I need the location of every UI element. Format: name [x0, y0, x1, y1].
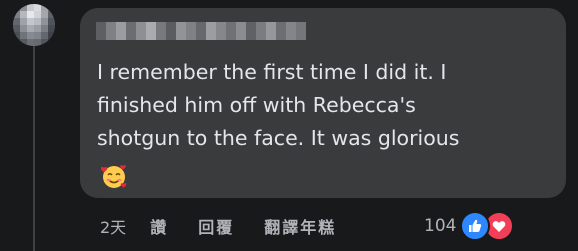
- name-mosaic-tile: [216, 22, 226, 40]
- avatar-mosaic-tile: [48, 18, 55, 25]
- name-mosaic-tile: [196, 22, 206, 40]
- avatar-mosaic-tile: [34, 32, 41, 39]
- reactions-summary[interactable]: 104: [424, 208, 515, 244]
- avatar-mosaic-tile: [34, 4, 41, 11]
- avatar-mosaic-tile: [13, 4, 20, 11]
- name-mosaic-tile: [146, 22, 156, 40]
- avatar-mosaic-tile: [27, 11, 34, 18]
- like-reaction-icon: [460, 211, 491, 241]
- name-mosaic-tile: [166, 22, 176, 40]
- avatar-mosaic-tile: [13, 18, 20, 25]
- avatar-mosaic-tile: [20, 25, 27, 32]
- name-mosaic-tile: [226, 22, 236, 40]
- avatar-mosaic-tile: [20, 18, 27, 25]
- avatar-mosaic-tile: [34, 18, 41, 25]
- avatar-mosaic-tile: [27, 32, 34, 39]
- name-mosaic-tile: [236, 22, 246, 40]
- comment-line: shotgun to the face. It was glorious: [97, 126, 460, 150]
- thread-line: [33, 46, 35, 251]
- avatar-mosaic-tile: [27, 18, 34, 25]
- reaction-count: 104: [424, 216, 457, 236]
- timestamp[interactable]: 2天: [100, 214, 126, 238]
- name-mosaic-tile: [286, 22, 296, 40]
- avatar-mosaic-tile: [41, 25, 48, 32]
- comment-actions: 2天 讚 回覆 翻譯年糕: [100, 214, 366, 238]
- avatar-mosaic-tile: [41, 4, 48, 11]
- reply-button[interactable]: 回覆: [198, 214, 234, 238]
- avatar-mosaic-tile: [13, 25, 20, 32]
- avatar-mosaic-tile: [20, 32, 27, 39]
- name-mosaic-tile: [186, 22, 196, 40]
- comment-line: finished him off with Rebecca's: [97, 93, 416, 117]
- name-mosaic-tile: [116, 22, 126, 40]
- avatar-mosaic-tile: [20, 4, 27, 11]
- name-mosaic-tile: [206, 22, 216, 40]
- avatar-mosaic-tile: [13, 39, 20, 46]
- name-mosaic-tile: [176, 22, 186, 40]
- avatar-mosaic-tile: [48, 11, 55, 18]
- comment-text: I remember the first time I did it. I fi…: [97, 56, 557, 155]
- avatar-mosaic-tile: [34, 11, 41, 18]
- smiling-face-with-hearts-icon: [101, 165, 127, 188]
- translate-button[interactable]: 翻譯年糕: [264, 214, 336, 238]
- avatar-mosaic-tile: [20, 39, 27, 46]
- avatar-mosaic-tile: [13, 11, 20, 18]
- avatar-mosaic-tile: [48, 25, 55, 32]
- avatar-mosaic-tile: [13, 32, 20, 39]
- name-mosaic-tile: [156, 22, 166, 40]
- name-mosaic-tile: [246, 22, 256, 40]
- avatar-mosaic-tile: [20, 11, 27, 18]
- avatar-mosaic-tile: [41, 39, 48, 46]
- name-mosaic-tile: [106, 22, 116, 40]
- avatar-mosaic-tile: [48, 32, 55, 39]
- author-name-blurred[interactable]: [96, 22, 306, 40]
- avatar-mosaic-tile: [48, 39, 55, 46]
- name-mosaic-tile: [256, 22, 266, 40]
- name-mosaic-tile: [126, 22, 136, 40]
- name-mosaic-tile: [266, 22, 276, 40]
- avatar-mosaic-tile: [41, 11, 48, 18]
- name-mosaic-tile: [296, 22, 306, 40]
- avatar-mosaic-tile: [48, 4, 55, 11]
- name-mosaic-tile: [96, 22, 106, 40]
- avatar[interactable]: [13, 4, 55, 46]
- avatar-mosaic-tile: [34, 39, 41, 46]
- avatar-mosaic-tile: [27, 39, 34, 46]
- avatar-mosaic-tile: [41, 32, 48, 39]
- avatar-mosaic-tile: [27, 4, 34, 11]
- name-mosaic-tile: [276, 22, 286, 40]
- comment-line: I remember the first time I did it. I: [97, 60, 447, 84]
- avatar-mosaic-tile: [41, 18, 48, 25]
- avatar-mosaic-tile: [34, 25, 41, 32]
- like-button[interactable]: 讚: [150, 214, 168, 238]
- name-mosaic-tile: [136, 22, 146, 40]
- avatar-mosaic-tile: [27, 25, 34, 32]
